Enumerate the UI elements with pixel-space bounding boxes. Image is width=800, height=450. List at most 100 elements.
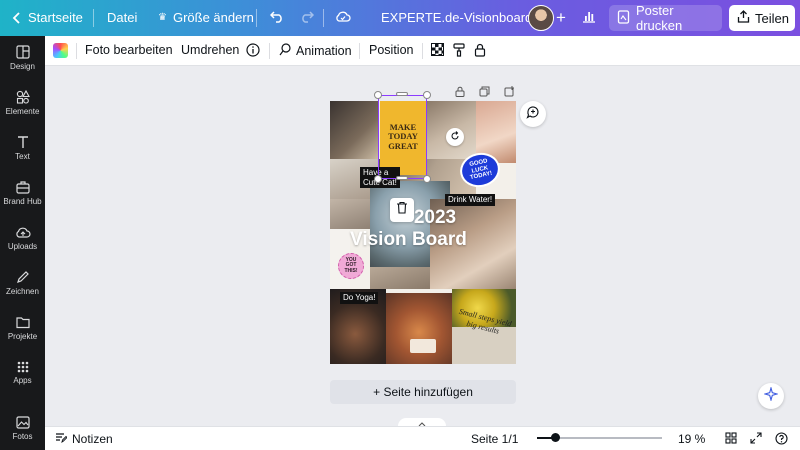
- zoom-level-label: 19 %: [678, 432, 706, 446]
- file-label: Datei: [107, 10, 138, 25]
- delete-element-button[interactable]: [390, 198, 414, 222]
- selection-box[interactable]: [378, 95, 427, 179]
- document-title-text: EXPERTE.de-Visionboard: [381, 10, 533, 25]
- page-indicator[interactable]: Seite 1/1: [471, 432, 518, 446]
- sidebar-item-projects[interactable]: Projekte: [0, 306, 45, 350]
- add-page-icon[interactable]: [504, 84, 515, 102]
- photos-icon: [15, 415, 30, 429]
- board-title[interactable]: Vision Board: [350, 229, 510, 251]
- analytics-button[interactable]: [582, 10, 596, 26]
- position-label: Position: [369, 43, 414, 57]
- divider: [359, 43, 360, 59]
- sidebar-item-label: Zeichnen: [6, 287, 39, 296]
- info-button[interactable]: [246, 43, 260, 60]
- photo-bowl[interactable]: [330, 101, 378, 159]
- fullscreen-icon: [750, 432, 762, 447]
- crown-icon: ♛: [158, 12, 167, 23]
- resize-handle[interactable]: [374, 175, 382, 183]
- apps-icon: [17, 361, 29, 373]
- sidebar-item-label: Apps: [13, 376, 32, 385]
- sidebar-item-text[interactable]: Text: [0, 126, 45, 170]
- resize-handle[interactable]: [396, 92, 408, 96]
- sidebar-item-photos[interactable]: Fotos: [0, 406, 45, 450]
- document-title[interactable]: EXPERTE.de-Visionboard: [381, 10, 532, 25]
- resize-handle[interactable]: [374, 91, 382, 99]
- design-icon: [15, 45, 30, 59]
- notes-button[interactable]: Notizen: [55, 432, 113, 446]
- magic-assistant-button[interactable]: [758, 383, 784, 409]
- transparency-button[interactable]: [431, 43, 444, 56]
- sidebar-item-elements[interactable]: Elemente: [0, 81, 45, 125]
- folder-icon: [15, 316, 30, 329]
- brand-hub-icon: [15, 180, 30, 194]
- sticker-you-got-this-text: YOU GOT THIS!: [344, 256, 358, 274]
- cloud-check-icon: [335, 10, 351, 25]
- add-page-label: + Seite hinzufügen: [373, 385, 473, 399]
- label-drink-water[interactable]: Drink Water!: [445, 194, 496, 206]
- elements-icon: [16, 90, 30, 104]
- resize-handle[interactable]: [423, 91, 431, 99]
- help-button[interactable]: [775, 432, 788, 448]
- redo-button[interactable]: [300, 9, 315, 26]
- cake-shape: [410, 339, 436, 353]
- comment-button[interactable]: [520, 101, 546, 127]
- sidebar-item-design[interactable]: Design: [0, 36, 45, 80]
- sidebar-item-brand-hub[interactable]: Brand Hub: [0, 171, 45, 215]
- page-toolbar: [455, 84, 515, 102]
- lock-icon[interactable]: [455, 84, 465, 102]
- page-indicator-label: Seite 1/1: [471, 432, 519, 446]
- photo-wall[interactable]: [330, 199, 370, 229]
- home-button[interactable]: Startseite: [12, 10, 83, 25]
- divider: [256, 9, 257, 27]
- fullscreen-button[interactable]: [750, 432, 762, 447]
- flip-button[interactable]: Umdrehen: [181, 43, 239, 57]
- transparency-icon: [431, 43, 444, 56]
- zoom-level[interactable]: 19 %: [678, 432, 705, 446]
- add-page-button[interactable]: + Seite hinzufügen: [330, 380, 516, 404]
- resize-button[interactable]: ♛ Größe ändern: [158, 10, 254, 25]
- photo-sand[interactable]: [370, 267, 430, 289]
- lock-button[interactable]: [474, 43, 486, 60]
- cloud-save-button[interactable]: [335, 10, 351, 25]
- flip-label: Umdrehen: [181, 43, 240, 57]
- sticker-you-got-this[interactable]: YOU GOT THIS!: [338, 253, 364, 279]
- notes-icon: [55, 432, 68, 446]
- file-menu-button[interactable]: Datei: [107, 10, 137, 25]
- resize-handle[interactable]: [396, 176, 408, 180]
- sidebar-item-label: Projekte: [7, 331, 38, 341]
- copy-style-button[interactable]: [453, 43, 465, 60]
- photo-birthday[interactable]: [386, 293, 452, 364]
- share-icon: [737, 10, 750, 26]
- grid-view-icon: [725, 432, 737, 447]
- trash-icon: [396, 201, 408, 219]
- sidebar-item-draw[interactable]: Zeichnen: [0, 261, 45, 305]
- animation-button[interactable]: Animation: [278, 43, 352, 59]
- edit-photo-button[interactable]: Foto bearbeiten: [85, 43, 173, 57]
- print-poster-button[interactable]: Poster drucken: [609, 3, 722, 33]
- color-picker-button[interactable]: [53, 43, 68, 58]
- sidebar-item-uploads[interactable]: Uploads: [0, 216, 45, 260]
- position-button[interactable]: Position: [369, 43, 413, 57]
- home-label: Startseite: [28, 10, 83, 25]
- grid-view-button[interactable]: [725, 432, 737, 447]
- rotate-button[interactable]: [446, 128, 464, 146]
- resize-handle[interactable]: [423, 175, 431, 183]
- sticker-good-luck-text: GOOD LUCK TODAY!: [468, 158, 493, 182]
- paint-roller-icon: [453, 43, 465, 60]
- sidebar-item-label: Design: [10, 62, 35, 71]
- sidebar-item-label: Uploads: [7, 242, 38, 251]
- undo-button[interactable]: [269, 9, 284, 26]
- comment-add-icon: [526, 105, 540, 124]
- duplicate-page-icon[interactable]: [479, 84, 490, 102]
- divider: [323, 9, 324, 27]
- share-button[interactable]: Teilen: [729, 5, 795, 31]
- add-collaborator-button[interactable]: +: [556, 8, 566, 28]
- avatar[interactable]: [528, 5, 554, 31]
- label-do-yoga[interactable]: Do Yoga!: [340, 292, 379, 304]
- edit-photo-label: Foto bearbeiten: [85, 43, 173, 57]
- bottom-bar: Notizen Seite 1/1 19 %: [45, 426, 800, 450]
- divider: [76, 43, 77, 59]
- sidebar-item-apps[interactable]: Apps: [0, 351, 45, 395]
- animation-icon: [278, 43, 291, 59]
- share-label: Teilen: [755, 10, 789, 26]
